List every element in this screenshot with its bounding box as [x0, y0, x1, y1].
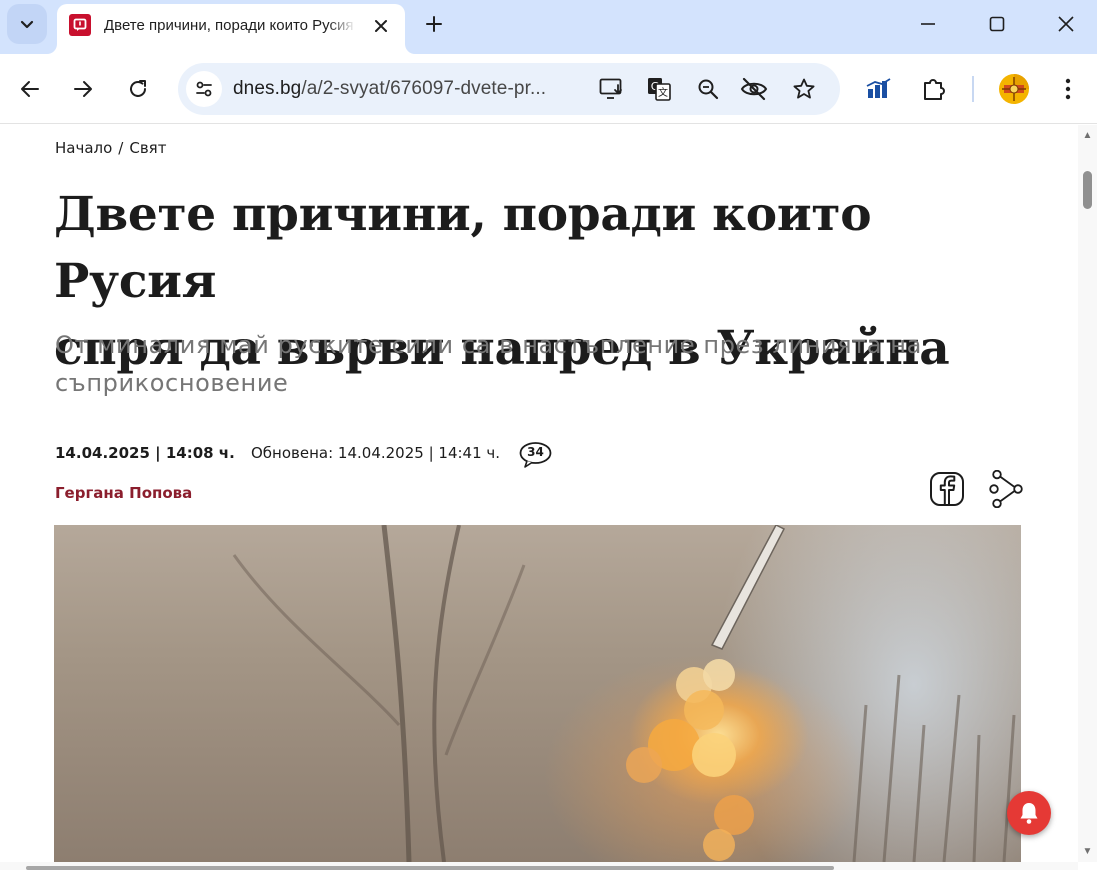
install-app-button[interactable] [598, 75, 626, 103]
headline-line-1: Двете причини, поради които Русия [54, 187, 872, 309]
url-host: dnes.bg [233, 78, 302, 99]
breadcrumb-separator: / [118, 139, 124, 157]
share-icon [989, 469, 1023, 509]
close-icon [1058, 16, 1074, 32]
toolbar-divider [972, 76, 974, 102]
hero-photo-artillery [232, 525, 1016, 862]
active-tab[interactable]: Двете причини, поради които Русия спря д… [57, 4, 405, 54]
author-link[interactable]: Гергана Попова [55, 484, 192, 502]
comments-count-button[interactable]: 34 [519, 441, 552, 469]
minimize-button[interactable] [905, 4, 951, 44]
facebook-icon [930, 472, 964, 506]
back-button[interactable] [12, 71, 48, 107]
close-icon [375, 20, 387, 32]
tab-search-button[interactable] [7, 4, 47, 44]
zoom-button[interactable] [694, 75, 722, 103]
article-subheading: От миналия май руските сили са в настъпл… [55, 331, 922, 397]
browser-toolbar: dnes.bg/a/2-svyat/676097-dvete-pr... G文 [0, 54, 1097, 124]
share-facebook-button[interactable] [929, 471, 965, 507]
profile-avatar [999, 74, 1029, 104]
scroll-down-arrow-icon[interactable]: ▼ [1082, 847, 1093, 857]
page-viewport: Начало / Свят Двете причини, поради които … [0, 125, 1078, 862]
site-favicon-icon [69, 14, 91, 36]
star-icon [793, 78, 815, 99]
breadcrumb: Начало / Свят [55, 139, 172, 157]
url-text: dnes.bg/a/2-svyat/676097-dvete-pr... [233, 78, 546, 100]
site-info-button[interactable] [186, 71, 222, 107]
arrow-right-icon [74, 81, 92, 97]
reload-icon [130, 80, 146, 97]
extensions-button[interactable] [918, 73, 950, 105]
bar-chart-icon [866, 78, 891, 98]
scroll-up-arrow-icon[interactable]: ▲ [1082, 131, 1093, 141]
puzzle-icon [924, 79, 945, 100]
svg-text:文: 文 [658, 86, 668, 99]
plus-icon [426, 16, 442, 32]
tracking-protection-button[interactable] [740, 75, 768, 103]
profile-button[interactable] [997, 72, 1031, 106]
share-button[interactable] [988, 469, 1024, 509]
tune-icon [196, 81, 212, 97]
bell-icon [1020, 803, 1038, 824]
install-app-icon [599, 78, 622, 99]
browser-menu-button[interactable] [1052, 73, 1084, 105]
window-close-button[interactable] [1043, 4, 1089, 44]
article-hero-image [54, 525, 1021, 862]
reload-button[interactable] [120, 71, 156, 107]
vertical-scroll-thumb[interactable] [1083, 171, 1092, 209]
eye-off-icon [740, 77, 768, 101]
comments-count: 34 [527, 445, 544, 459]
translate-button[interactable]: G文 [645, 75, 673, 103]
tab-strip: Двете причини, поради които Русия спря д… [0, 0, 1097, 54]
maximize-icon [989, 16, 1005, 32]
maximize-button[interactable] [974, 4, 1020, 44]
kebab-menu-icon [1065, 78, 1071, 100]
published-date: 14.04.2025 | 14:08 ч. [55, 444, 235, 462]
bookmark-button[interactable] [790, 75, 818, 103]
notification-bell-button[interactable] [1007, 791, 1051, 835]
chevron-down-icon [20, 20, 34, 29]
tab-title: Двете причини, поради които Русия спря д… [104, 17, 356, 34]
breadcrumb-home-link[interactable]: Начало [55, 139, 112, 157]
extension-stats-button[interactable] [863, 73, 895, 105]
new-tab-button[interactable] [420, 10, 448, 38]
horizontal-scrollbar[interactable] [0, 862, 1078, 870]
address-bar[interactable]: dnes.bg/a/2-svyat/676097-dvete-pr... G文 [178, 63, 840, 115]
horizontal-scroll-thumb[interactable] [26, 866, 834, 870]
breadcrumb-section-link[interactable]: Свят [129, 139, 166, 157]
vertical-scrollbar[interactable]: ▲ ▼ [1078, 125, 1097, 862]
arrow-left-icon [21, 81, 39, 97]
forward-button[interactable] [65, 71, 101, 107]
tab-close-button[interactable] [369, 14, 393, 38]
url-path: /a/2-svyat/676097-dvete-pr... [301, 78, 547, 99]
translate-icon: G文 [648, 78, 671, 101]
minimize-icon [921, 23, 935, 25]
zoom-icon [698, 79, 719, 100]
updated-date: Обновена: 14.04.2025 | 14:41 ч. [251, 444, 501, 462]
